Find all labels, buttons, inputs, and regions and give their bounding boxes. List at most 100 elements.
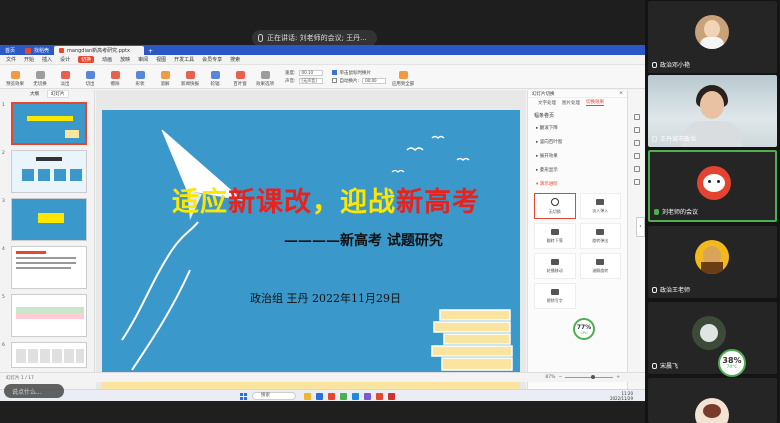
blinds-button[interactable]: 百叶窗 — [229, 67, 251, 87]
anim-dissolve-spin[interactable]: 溶解旋转 — [579, 253, 621, 279]
tab-slides[interactable]: 幻灯片 — [47, 90, 69, 98]
auto-advance-input[interactable]: 00:00 — [362, 77, 387, 84]
app-icon[interactable] — [364, 393, 371, 400]
accordion-item[interactable]: ▸ 竖向百叶窗 — [528, 135, 627, 149]
anim-none[interactable]: 无切换 — [534, 193, 576, 219]
tab-home[interactable]: 首页 — [0, 46, 20, 55]
slide-thumbnail-6[interactable] — [11, 342, 87, 368]
effect-options-button[interactable]: 效果选项 — [254, 67, 276, 87]
tab-daoke[interactable]: 找稻壳 — [20, 46, 54, 55]
auto-advance-checkbox[interactable] — [331, 78, 337, 83]
tab-image-process[interactable]: 图片处理 — [562, 100, 580, 106]
participant-tile[interactable]: 政治邓小艳 — [648, 1, 777, 73]
participant-tile-speaking[interactable]: 刘老师的会议 — [648, 150, 777, 222]
menu-home[interactable]: 开始 — [24, 56, 34, 63]
slide-thumbnail-4[interactable] — [11, 246, 87, 289]
taskbar-search[interactable]: 搜索 — [252, 392, 296, 400]
slide-thumbnail-5[interactable] — [11, 294, 87, 337]
select-icon[interactable] — [633, 114, 640, 120]
tab-outline[interactable]: 大纲 — [30, 91, 39, 97]
menu-animation[interactable]: 动画 — [102, 56, 112, 63]
sound-select[interactable]: [无声音] — [298, 77, 323, 84]
chat-input[interactable]: 说点什么... — [4, 384, 64, 398]
windows-start-icon[interactable] — [240, 393, 247, 400]
participant-tile[interactable]: 政治王老师 — [648, 226, 777, 298]
menu-developer[interactable]: 开发工具 — [174, 56, 194, 63]
accordion-item[interactable]: ▸ 展开效果 — [528, 149, 627, 163]
shape-icon[interactable] — [633, 153, 640, 159]
slide-thumbnail-2[interactable] — [11, 150, 87, 193]
menu-review[interactable]: 审阅 — [138, 56, 148, 63]
new-tab-button[interactable]: + — [144, 48, 157, 55]
participant-tile[interactable]: 宋晨飞 — [648, 302, 777, 374]
collapse-handle[interactable]: › — [636, 217, 645, 237]
accordion-item[interactable]: ▸ 翻滚下降 — [528, 121, 627, 135]
tab-text-process[interactable]: 文字处理 — [538, 100, 556, 106]
pane-side-icons — [627, 90, 645, 408]
zoom-knob[interactable] — [591, 375, 596, 379]
click-advance-checkbox[interactable] — [331, 70, 337, 75]
wipe-button[interactable]: 擦除 — [104, 67, 126, 87]
edge-icon[interactable] — [316, 393, 323, 400]
folder-icon[interactable] — [304, 393, 311, 400]
menu-transition[interactable]: 切换 — [78, 56, 95, 63]
anim-wipe-write[interactable]: 擦除写字 — [534, 283, 576, 309]
format-icon[interactable] — [633, 127, 640, 133]
menu-file[interactable]: 文件 — [6, 56, 16, 63]
slide-author-line[interactable]: 政治组 王丹 2022年11月29日 — [250, 290, 401, 306]
settings-icon[interactable] — [633, 166, 640, 172]
help-icon[interactable] — [633, 179, 640, 185]
accordion-item-open[interactable]: ▾ 演示进阶 — [528, 177, 627, 191]
no-transition-button[interactable]: 无切换 — [29, 67, 51, 87]
cpu-usage-badge: 77% CPU — [573, 318, 595, 340]
thumb-title-bar — [27, 116, 73, 121]
fade-button[interactable]: 淡出 — [54, 67, 76, 87]
slide-subtitle[interactable]: ————新高考 试题研究 — [284, 230, 443, 250]
menu-insert[interactable]: 插入 — [42, 56, 52, 63]
preview-effect-button[interactable]: 预览效果 — [4, 67, 26, 87]
meeting-app-icon[interactable] — [352, 393, 359, 400]
chrome-icon[interactable] — [340, 393, 347, 400]
tab-switch-effect[interactable]: 切换效果 — [586, 99, 604, 106]
menu-member[interactable]: 会员专享 — [202, 56, 222, 63]
cut-button[interactable]: 切出 — [79, 67, 101, 87]
anim-fade-pop[interactable]: 淡入弹入 — [579, 193, 621, 219]
menu-search[interactable]: 搜索 — [230, 56, 240, 63]
zoom-out-icon[interactable]: − — [558, 375, 562, 380]
slide-thumbnail-1[interactable] — [11, 102, 87, 145]
thumb-books — [65, 130, 79, 138]
wps-pdf-icon[interactable] — [388, 393, 395, 400]
anim-spin-pop[interactable]: 旋转弹出 — [579, 223, 621, 249]
participant-tile[interactable] — [648, 378, 777, 423]
app-icon[interactable] — [328, 393, 335, 400]
menu-bar: 文件 开始 插入 设计 切换 动画 放映 审阅 视图 开发工具 会员专享 搜索 — [0, 55, 645, 65]
dissolve-button[interactable]: 溶解 — [154, 67, 176, 87]
apply-all-button[interactable]: 应用到全部 — [389, 67, 417, 87]
wheel-button[interactable]: 轮辐 — [204, 67, 226, 87]
close-icon[interactable]: × — [619, 91, 623, 96]
zoom-in-icon[interactable]: + — [616, 375, 620, 380]
meeting-bottom-strip — [0, 401, 645, 423]
anim-flip-fall[interactable]: 翻转下落 — [534, 223, 576, 249]
slide-thumbnail-3[interactable] — [11, 198, 87, 241]
slide-title[interactable]: 适应新课改，迎战新高考 — [172, 180, 480, 219]
zoom-slider[interactable] — [565, 375, 614, 379]
menu-design[interactable]: 设计 — [60, 56, 70, 63]
participant-tile-video[interactable]: 王丹城市政治 — [648, 75, 777, 147]
anim-carousel[interactable]: 轮播移动 — [534, 253, 576, 279]
speed-input[interactable]: 00.10 — [298, 69, 323, 76]
options-icon — [260, 70, 270, 79]
menu-view[interactable]: 视图 — [156, 56, 166, 63]
pen-icon — [550, 288, 559, 295]
shape-button[interactable]: 形状 — [129, 67, 151, 87]
newsflash-button[interactable]: 新闻快报 — [179, 67, 201, 87]
wps-icon[interactable] — [376, 393, 383, 400]
avatar — [695, 398, 729, 423]
menu-slideshow[interactable]: 放映 — [120, 56, 130, 63]
accordion-item[interactable]: ▸ 菱形显示 — [528, 163, 627, 177]
tab-document[interactable]: mangdian新高考研究.pptx — [54, 46, 145, 55]
current-slide[interactable]: 适应新课改，迎战新高考 ————新高考 试题研究 政治组 王丹 2022年11月… — [102, 110, 520, 393]
zoom-control[interactable]: 87% − + — [545, 375, 620, 380]
animation-icon[interactable] — [633, 140, 640, 146]
app-window: 正在讲话: 刘老师的会议; 王丹... 首页 找稻壳 mangdian新高考研究… — [0, 0, 780, 423]
